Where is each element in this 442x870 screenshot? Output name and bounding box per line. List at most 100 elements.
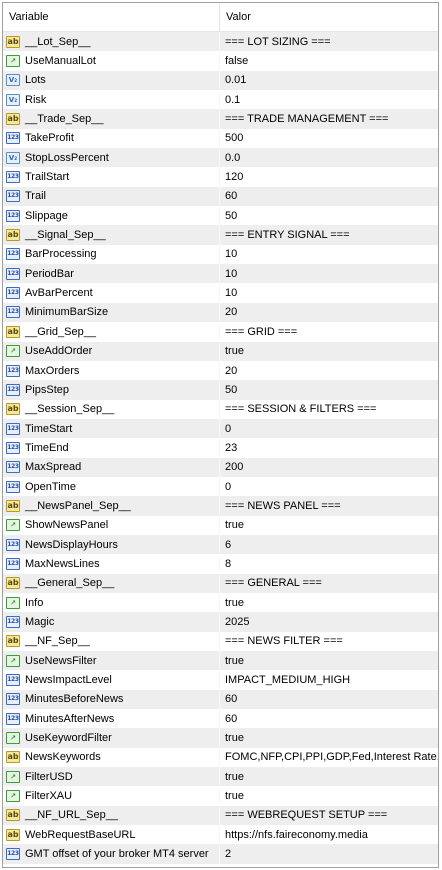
value-field[interactable]: false — [220, 51, 438, 70]
variable-name: MinutesAfterNews — [25, 712, 115, 725]
value-field[interactable]: 500 — [220, 129, 438, 148]
value-field[interactable]: true — [220, 593, 438, 612]
table-row[interactable]: 123 Slippage 50 — [3, 206, 438, 226]
table-row[interactable]: ↗ FilterUSD true — [3, 767, 438, 787]
value-field[interactable]: === WEBREQUEST SETUP === — [220, 806, 438, 825]
value-field[interactable]: 60 — [220, 690, 438, 709]
table-row[interactable]: ab __NF_URL_Sep__ === WEBREQUEST SETUP === — [3, 805, 438, 826]
table-row[interactable]: ↗ UseAddOrder true — [3, 341, 438, 361]
value-field[interactable]: 0 — [220, 477, 438, 496]
table-row[interactable]: 123 TrailStart 120 — [3, 167, 438, 187]
table-row[interactable]: 123 TimeStart 0 — [3, 418, 438, 439]
value-field[interactable]: 60 — [220, 187, 438, 206]
variable-cell: 123 TimeEnd — [3, 438, 220, 458]
table-row[interactable]: 123 MaxNewsLines 8 — [3, 554, 438, 574]
variable-cell: ↗ FilterXAU — [3, 786, 220, 806]
value-field[interactable]: === TRADE MANAGEMENT === — [220, 109, 438, 128]
table-row[interactable]: V₂ Risk 0.1 — [3, 90, 438, 110]
table-row[interactable]: 123 MaxSpread 200 — [3, 457, 438, 477]
value-field[interactable]: === NEWS FILTER === — [220, 632, 438, 651]
value-field[interactable]: === GENERAL === — [220, 574, 438, 593]
table-row[interactable]: 123 TakeProfit 500 — [3, 128, 438, 149]
value-field[interactable]: true — [220, 767, 438, 786]
table-row[interactable]: 123 NewsDisplayHours 6 — [3, 534, 438, 555]
value-field[interactable]: 20 — [220, 303, 438, 322]
table-row[interactable]: ↗ UseKeywordFilter true — [3, 728, 438, 748]
table-row[interactable]: 123 AvBarPercent 10 — [3, 283, 438, 303]
value-field[interactable]: 10 — [220, 245, 438, 264]
value-field[interactable]: 0.0 — [220, 148, 438, 167]
table-row[interactable]: ab __General_Sep__ === GENERAL === — [3, 573, 438, 593]
table-row[interactable]: ab __NF_Sep__ === NEWS FILTER === — [3, 631, 438, 651]
table-row[interactable]: 123 MinutesAfterNews 60 — [3, 709, 438, 729]
table-row[interactable]: 123 BarProcessing 10 — [3, 244, 438, 265]
table-row[interactable]: 123 GMT offset of your broker MT4 server 2 — [3, 844, 438, 864]
table-row[interactable]: ab __Signal_Sep__ === ENTRY SIGNAL === — [3, 225, 438, 245]
table-row[interactable]: ab NewsKeywords FOMC,NFP,CPI,PPI,GDP,Fed,I… — [3, 747, 438, 768]
string-type-icon: ab — [6, 403, 20, 416]
table-row[interactable]: ab __Trade_Sep__ === TRADE MANAGEMENT === — [3, 109, 438, 129]
value-field[interactable]: true — [220, 728, 438, 747]
table-row[interactable]: 123 Magic 2025 — [3, 612, 438, 632]
int-type-icon: 123 — [6, 848, 20, 861]
value-field[interactable]: 10 — [220, 283, 438, 302]
table-row[interactable]: 123 PipsStep 50 — [3, 380, 438, 400]
table-row[interactable]: ↗ Info true — [3, 592, 438, 613]
table-row[interactable]: ab __Lot_Sep__ === LOT SIZING === — [3, 32, 438, 52]
value-field[interactable]: 6 — [220, 535, 438, 554]
value-field[interactable]: 120 — [220, 167, 438, 186]
variable-cell: 123 GMT offset of your broker MT4 server — [3, 844, 220, 864]
value-field[interactable]: 60 — [220, 709, 438, 728]
table-row[interactable]: 123 Trail 60 — [3, 186, 438, 207]
table-row[interactable]: ↗ FilterXAU true — [3, 786, 438, 806]
table-row[interactable]: V₂ Lots 0.01 — [3, 70, 438, 91]
table-row[interactable]: 123 MinutesBeforeNews 60 — [3, 689, 438, 710]
value-field[interactable]: true — [220, 342, 438, 361]
table-row[interactable]: ab WebRequestBaseURL https://nfs.fairecono… — [3, 825, 438, 845]
value-field[interactable]: 0 — [220, 419, 438, 438]
table-row[interactable]: 123 MinimumBarSize 20 — [3, 302, 438, 323]
value-field[interactable]: === SESSION & FILTERS === — [220, 400, 438, 419]
value-field[interactable]: 0.01 — [220, 71, 438, 90]
value-field[interactable]: true — [220, 516, 438, 535]
bool-type-icon: ↗ — [6, 345, 20, 358]
table-row[interactable]: 123 TimeEnd 23 — [3, 438, 438, 458]
value-field[interactable]: IMPACT_MEDIUM_HIGH — [220, 670, 438, 689]
table-row[interactable]: V₂ StopLossPercent 0.0 — [3, 148, 438, 168]
value-column-header[interactable]: Valor — [220, 3, 438, 31]
table-row[interactable]: ↗ UseNewsFilter true — [3, 651, 438, 671]
value-field[interactable]: === GRID === — [220, 322, 438, 341]
value-field[interactable]: === ENTRY SIGNAL === — [220, 225, 438, 244]
value-field[interactable]: 0.1 — [220, 90, 438, 109]
table-row[interactable]: ab __Grid_Sep__ === GRID === — [3, 322, 438, 342]
value-field[interactable]: true — [220, 651, 438, 670]
table-row[interactable]: 123 NewsImpactLevel IMPACT_MEDIUM_HIGH — [3, 670, 438, 690]
variable-cell: ↗ FilterUSD — [3, 767, 220, 787]
value-field[interactable]: 8 — [220, 554, 438, 573]
value-field[interactable]: 200 — [220, 458, 438, 477]
value-field[interactable]: === LOT SIZING === — [220, 32, 438, 51]
table-row[interactable]: 123 PeriodBar 10 — [3, 264, 438, 284]
value-field[interactable]: 50 — [220, 380, 438, 399]
value-field[interactable]: 50 — [220, 206, 438, 225]
value-field[interactable]: 2025 — [220, 612, 438, 631]
value-field[interactable]: 23 — [220, 438, 438, 457]
table-row[interactable]: ↗ ShowNewsPanel true — [3, 515, 438, 535]
variable-name: Lots — [25, 74, 46, 87]
table-row[interactable]: ab __Session_Sep__ === SESSION & FILTERS =… — [3, 399, 438, 419]
value-field[interactable]: 2 — [220, 844, 438, 863]
variable-cell: 123 TimeStart — [3, 418, 220, 439]
value-field[interactable]: === NEWS PANEL === — [220, 496, 438, 515]
int-type-icon: 123 — [6, 461, 20, 474]
variable-cell: 123 Slippage — [3, 206, 220, 226]
value-field[interactable]: 20 — [220, 361, 438, 380]
table-row[interactable]: ab __NewsPanel_Sep__ === NEWS PANEL === — [3, 496, 438, 516]
value-field[interactable]: 10 — [220, 264, 438, 283]
variable-column-header[interactable]: Variable — [3, 3, 220, 31]
value-field[interactable]: FOMC,NFP,CPI,PPI,GDP,Fed,Interest Rate,.… — [220, 748, 438, 767]
table-row[interactable]: 123 MaxOrders 20 — [3, 360, 438, 381]
value-field[interactable]: true — [220, 786, 438, 805]
table-row[interactable]: ↗ UseManualLot false — [3, 51, 438, 71]
table-row[interactable]: 123 OpenTime 0 — [3, 476, 438, 497]
value-field[interactable]: https://nfs.faireconomy.media — [220, 825, 438, 844]
